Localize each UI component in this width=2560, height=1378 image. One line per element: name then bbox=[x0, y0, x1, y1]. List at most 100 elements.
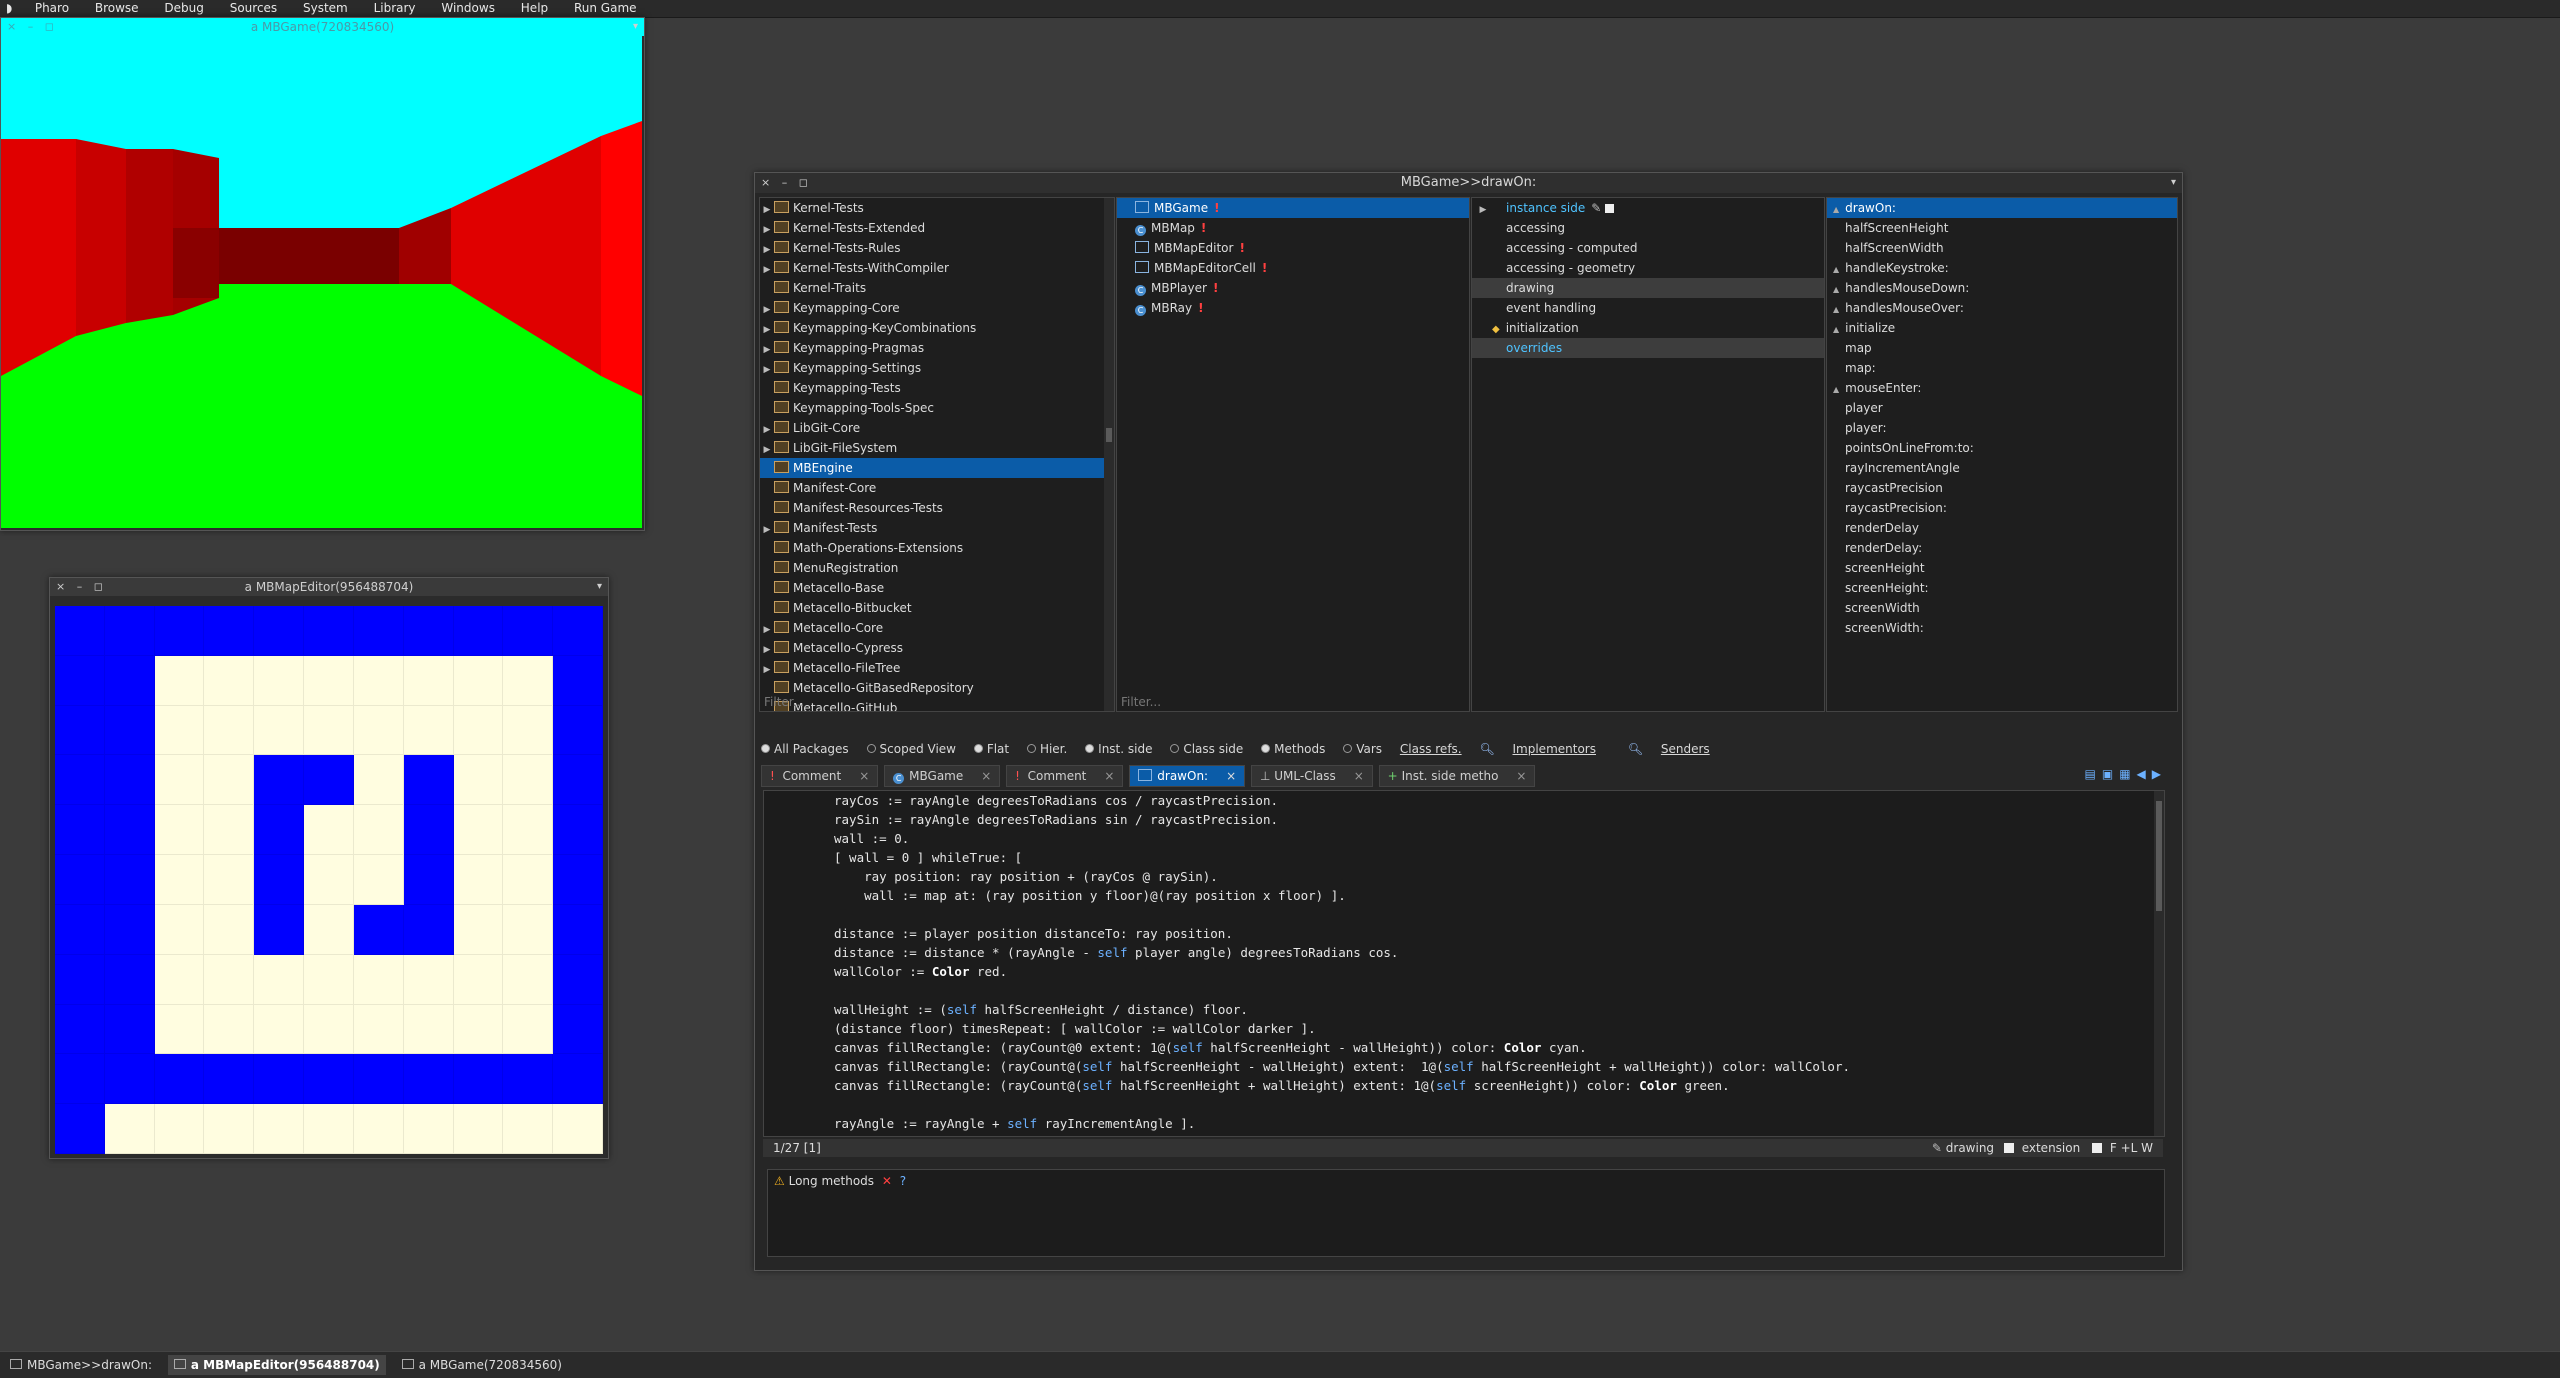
close-icon[interactable]: × bbox=[1104, 769, 1114, 783]
map-cell[interactable] bbox=[104, 606, 155, 656]
package-item[interactable]: Kernel-Traits bbox=[760, 278, 1114, 298]
map-cell[interactable] bbox=[304, 805, 354, 856]
classes-pane[interactable]: MBGame! C MBMap! MBMapEditor! MBMapEditorCel… bbox=[1116, 197, 1470, 712]
map-cell[interactable] bbox=[553, 1104, 603, 1154]
browser-titlebar[interactable]: × – ◻ MBGame>>drawOn: ▾ bbox=[755, 173, 2182, 193]
method-item[interactable]: screenHeight bbox=[1827, 558, 2177, 578]
map-editor-titlebar[interactable]: × – ◻ a MBMapEditor(956488704) ▾ bbox=[50, 578, 608, 596]
class-side-radio[interactable]: Class side bbox=[1170, 742, 1243, 756]
map-cell[interactable] bbox=[304, 954, 354, 1005]
map-cell[interactable] bbox=[254, 755, 305, 806]
method-item[interactable]: player: bbox=[1827, 418, 2177, 438]
map-cell[interactable] bbox=[204, 954, 255, 1005]
package-item[interactable]: ▶ Keymapping-Settings bbox=[760, 358, 1114, 378]
vars-radio[interactable]: Vars bbox=[1343, 742, 1382, 756]
expand-triangle-icon[interactable]: ▶ bbox=[760, 440, 774, 460]
map-cell[interactable] bbox=[104, 904, 155, 955]
classes-filter[interactable]: Filter... bbox=[1121, 695, 1161, 709]
inst-side-radio[interactable]: Inst. side bbox=[1085, 742, 1152, 756]
close-icon[interactable]: × bbox=[859, 769, 869, 783]
method-item[interactable]: pointsOnLineFrom:to: bbox=[1827, 438, 2177, 458]
class-item[interactable]: C MBPlayer! bbox=[1117, 278, 1469, 298]
extension-checkbox[interactable] bbox=[2003, 1143, 2014, 1153]
map-cell[interactable] bbox=[55, 904, 105, 955]
expand-triangle-icon[interactable]: ▶ bbox=[760, 360, 774, 380]
map-cell[interactable] bbox=[353, 705, 404, 756]
map-cell[interactable] bbox=[503, 655, 554, 706]
map-cell[interactable] bbox=[254, 954, 305, 1005]
map-cell[interactable] bbox=[55, 705, 105, 756]
protocol-item[interactable]: accessing bbox=[1472, 218, 1824, 238]
methods-radio[interactable]: Methods bbox=[1261, 742, 1325, 756]
menu-windows[interactable]: Windows bbox=[430, 0, 506, 17]
system-browser-window[interactable]: × – ◻ MBGame>>drawOn: ▾ ▶ Kernel-Tests ▶ Ke… bbox=[754, 172, 2183, 1271]
code-editor[interactable]: rayCos := rayAngle degreesToRadians cos … bbox=[763, 790, 2165, 1137]
packages-filter[interactable]: Filter... bbox=[764, 695, 804, 709]
method-item[interactable]: ▲ drawOn: bbox=[1827, 198, 2177, 218]
map-cell[interactable] bbox=[55, 855, 105, 905]
map-cell[interactable] bbox=[204, 606, 255, 656]
expand-triangle-icon[interactable]: ▶ bbox=[760, 340, 774, 360]
tab-mbgame[interactable]: C MBGame × bbox=[884, 765, 1001, 787]
map-cell[interactable] bbox=[55, 755, 105, 806]
map-cell[interactable] bbox=[353, 1104, 404, 1154]
expand-triangle-icon[interactable]: ▶ bbox=[760, 240, 774, 260]
map-cell[interactable] bbox=[204, 855, 255, 905]
map-cell[interactable] bbox=[453, 904, 504, 955]
close-icon[interactable]: × bbox=[981, 769, 991, 783]
map-cell[interactable] bbox=[304, 1104, 354, 1154]
map-cell[interactable] bbox=[453, 606, 504, 656]
package-item[interactable]: Metacello-GitBasedRepository bbox=[760, 678, 1114, 698]
method-item[interactable]: raycastPrecision: bbox=[1827, 498, 2177, 518]
map-cell[interactable] bbox=[403, 805, 454, 856]
map-cell[interactable] bbox=[503, 1004, 554, 1055]
map-cell[interactable] bbox=[254, 855, 305, 905]
map-cell[interactable] bbox=[503, 705, 554, 756]
window-controls-icon[interactable]: × – ◻ bbox=[761, 173, 812, 193]
map-grid[interactable] bbox=[55, 606, 603, 1154]
map-cell[interactable] bbox=[104, 1054, 155, 1105]
map-cell[interactable] bbox=[104, 855, 155, 905]
package-item[interactable]: ▶ Metacello-Core bbox=[760, 618, 1114, 638]
map-cell[interactable] bbox=[553, 805, 603, 856]
expand-triangle-icon[interactable]: ▶ bbox=[760, 260, 774, 280]
map-cell[interactable] bbox=[154, 755, 205, 806]
map-cell[interactable] bbox=[304, 855, 354, 905]
window-menu-icon[interactable]: ▾ bbox=[633, 18, 638, 36]
map-cell[interactable] bbox=[104, 1104, 155, 1154]
package-item[interactable]: Metacello-GitHub bbox=[760, 698, 1114, 711]
package-item[interactable]: Math-Operations-Extensions bbox=[760, 538, 1114, 558]
map-cell[interactable] bbox=[353, 954, 404, 1005]
map-cell[interactable] bbox=[453, 655, 504, 706]
map-cell[interactable] bbox=[304, 606, 354, 656]
map-cell[interactable] bbox=[154, 606, 205, 656]
map-cell[interactable] bbox=[553, 1004, 603, 1055]
map-cell[interactable] bbox=[304, 705, 354, 756]
pharo-logo-icon[interactable]: ◗ bbox=[0, 1, 20, 15]
map-cell[interactable] bbox=[254, 904, 305, 955]
protocol-item[interactable]: ▶ instance side ✎ bbox=[1472, 198, 1824, 218]
task-browser[interactable]: MBGame>>drawOn: bbox=[4, 1355, 158, 1375]
map-cell[interactable] bbox=[403, 904, 454, 955]
class-item[interactable]: MBMapEditorCell! bbox=[1117, 258, 1469, 278]
packages-scrollbar[interactable] bbox=[1104, 198, 1114, 711]
expand-triangle-icon[interactable]: ▶ bbox=[760, 640, 774, 660]
map-cell[interactable] bbox=[453, 805, 504, 856]
method-item[interactable]: renderDelay bbox=[1827, 518, 2177, 538]
map-cell[interactable] bbox=[154, 1054, 205, 1105]
package-item[interactable]: Manifest-Core bbox=[760, 478, 1114, 498]
map-cell[interactable] bbox=[503, 1054, 554, 1105]
package-item[interactable]: MBEngine bbox=[760, 458, 1114, 478]
map-cell[interactable] bbox=[353, 755, 404, 806]
package-item[interactable]: Keymapping-Tools-Spec bbox=[760, 398, 1114, 418]
map-cell[interactable] bbox=[55, 954, 105, 1005]
checkbox[interactable] bbox=[1605, 204, 1615, 213]
protocol-item[interactable]: event handling bbox=[1472, 298, 1824, 318]
map-cell[interactable] bbox=[254, 655, 305, 706]
tab-drawon[interactable]: drawOn: × bbox=[1129, 765, 1246, 787]
menu-help[interactable]: Help bbox=[510, 0, 559, 17]
map-cell[interactable] bbox=[403, 954, 454, 1005]
hier-radio[interactable]: Hier. bbox=[1026, 742, 1067, 756]
map-cell[interactable] bbox=[104, 655, 155, 706]
protocol-label[interactable]: drawing bbox=[1946, 1141, 1994, 1155]
